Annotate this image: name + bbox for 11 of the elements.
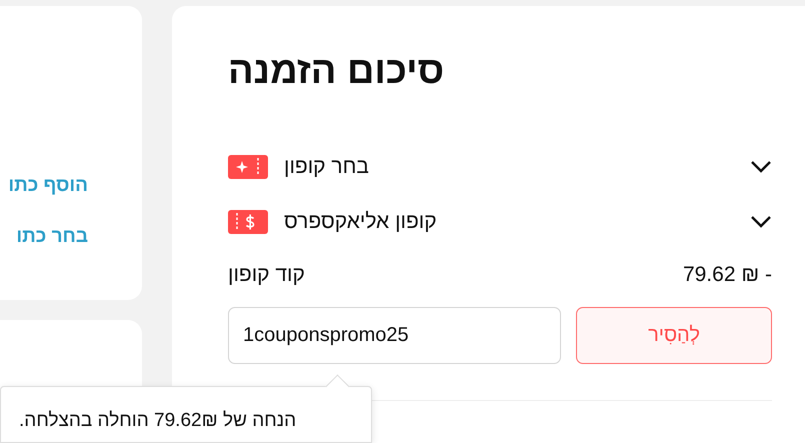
chevron-icon[interactable] bbox=[750, 215, 772, 229]
summary-title: סיכום הזמנה bbox=[228, 49, 444, 94]
success-message: הנחה של 79.62₪ הוחלה בהצלחה. bbox=[19, 410, 296, 432]
discount-amount: 79.62 ₪ - bbox=[682, 263, 772, 287]
coupon-code-label: קוד קופון bbox=[228, 263, 305, 287]
chevron-icon[interactable] bbox=[750, 160, 772, 174]
ticket-icon bbox=[228, 155, 268, 179]
ticket-icon bbox=[228, 210, 268, 234]
coupon-input-field[interactable]: 1couponspromo25 bbox=[228, 307, 561, 364]
coupon-option[interactable]: בחר קופון bbox=[284, 155, 369, 179]
coupon-option[interactable]: קופון אליאקספרס bbox=[284, 210, 437, 234]
